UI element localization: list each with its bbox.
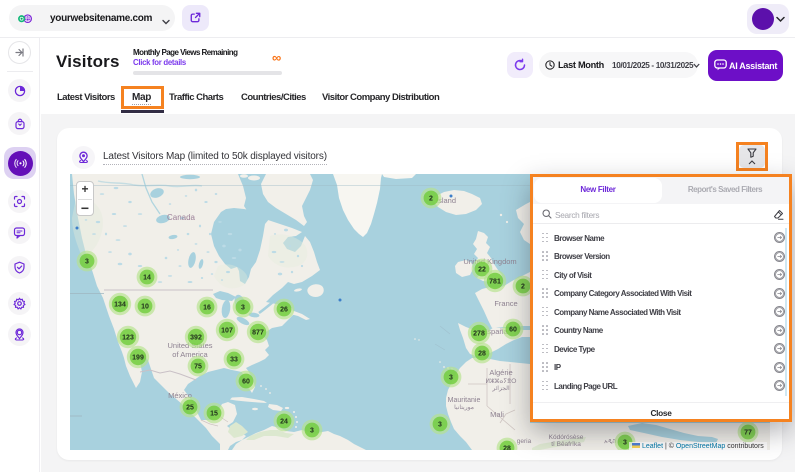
svg-text:3: 3 — [241, 305, 245, 312]
svg-text:25: 25 — [186, 405, 194, 412]
svg-text:16: 16 — [203, 305, 211, 312]
svg-text:22: 22 — [478, 267, 486, 274]
svg-text:2: 2 — [521, 284, 525, 291]
svg-text:15: 15 — [210, 411, 218, 418]
svg-text:392: 392 — [190, 335, 202, 342]
svg-text:3: 3 — [438, 422, 442, 429]
svg-text:781: 781 — [489, 279, 501, 286]
svg-text:Mauritanie: Mauritanie — [448, 397, 481, 404]
svg-text:60: 60 — [242, 379, 250, 386]
svg-text:60: 60 — [509, 327, 517, 334]
svg-text:France: France — [494, 299, 517, 308]
svg-text:Algérie: Algérie — [489, 368, 512, 377]
svg-text:123: 123 — [122, 335, 134, 342]
svg-text:tî Bêafrîka: tî Bêafrîka — [551, 441, 581, 448]
svg-text:75: 75 — [194, 364, 202, 371]
svg-text:77: 77 — [744, 430, 752, 437]
svg-text:3: 3 — [310, 428, 314, 435]
svg-text:الجزائر: الجزائر — [491, 385, 510, 392]
svg-text:24: 24 — [280, 419, 288, 426]
svg-text:3: 3 — [449, 375, 453, 382]
svg-text:28: 28 — [503, 446, 511, 451]
svg-text:موريتانيا: موريتانيا — [454, 404, 474, 411]
svg-text:10: 10 — [141, 304, 149, 311]
svg-text:3: 3 — [85, 259, 89, 266]
svg-text:278: 278 — [473, 331, 485, 338]
svg-text:107: 107 — [221, 328, 233, 335]
svg-text:14: 14 — [143, 275, 151, 282]
svg-text:26: 26 — [280, 307, 288, 314]
svg-text:134: 134 — [114, 302, 126, 309]
svg-text:28: 28 — [478, 351, 486, 358]
svg-text:199: 199 — [132, 355, 144, 362]
svg-text:Mali: Mali — [490, 410, 504, 419]
svg-text:3: 3 — [623, 440, 627, 447]
svg-text:Kódórósèse: Kódórósèse — [549, 434, 584, 441]
svg-text:Canada: Canada — [167, 213, 196, 222]
svg-text:ⵍⵣⵣⴰⵢⴻⵔ: ⵍⵣⵣⴰⵢⴻⵔ — [485, 379, 516, 385]
svg-text:geria: geria — [517, 438, 532, 445]
svg-text:877: 877 — [252, 330, 264, 337]
svg-text:33: 33 — [230, 357, 238, 364]
svg-text:2: 2 — [429, 196, 433, 203]
